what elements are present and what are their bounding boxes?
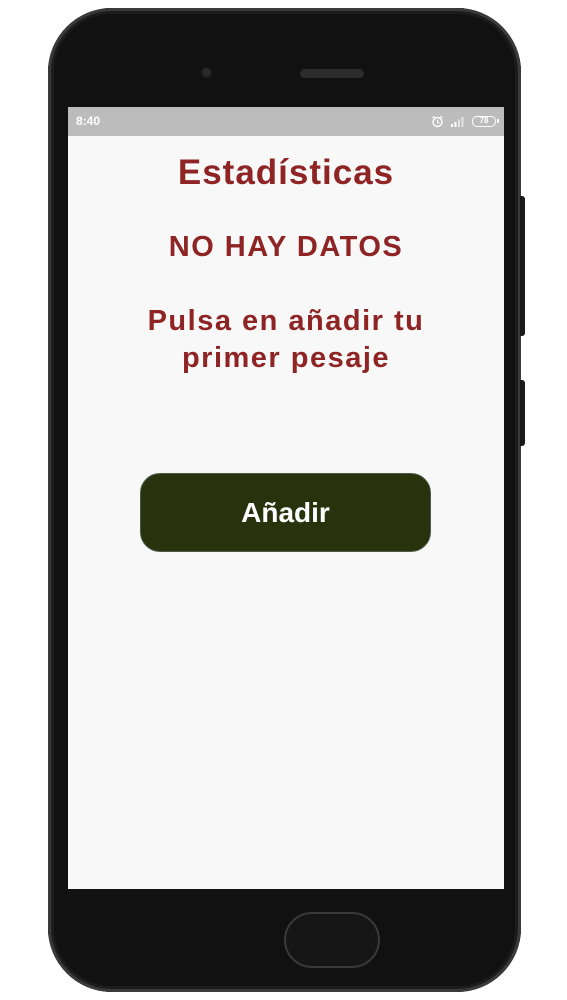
power-side-button: [520, 196, 525, 336]
add-button[interactable]: Añadir: [140, 473, 431, 552]
signal-icon: [450, 115, 466, 127]
empty-state-heading: NO HAY DATOS: [168, 231, 404, 263]
status-bar: 8:40 78: [68, 107, 504, 136]
empty-state-hint: Pulsa en añadir tu primer pesaje: [147, 305, 425, 374]
front-camera: [201, 67, 212, 78]
earpiece-speaker: [300, 69, 364, 78]
status-icons: 78: [431, 113, 499, 129]
status-time: 8:40: [76, 114, 101, 128]
page-title: Estadísticas: [177, 153, 395, 192]
app-screen: 8:40 78 Estadísticas NO HAY DATOS Pulsa …: [68, 107, 504, 889]
volume-side-button: [520, 380, 525, 446]
battery-icon: 78: [472, 115, 499, 127]
alarm-icon: [431, 115, 444, 128]
home-button[interactable]: [284, 912, 380, 968]
